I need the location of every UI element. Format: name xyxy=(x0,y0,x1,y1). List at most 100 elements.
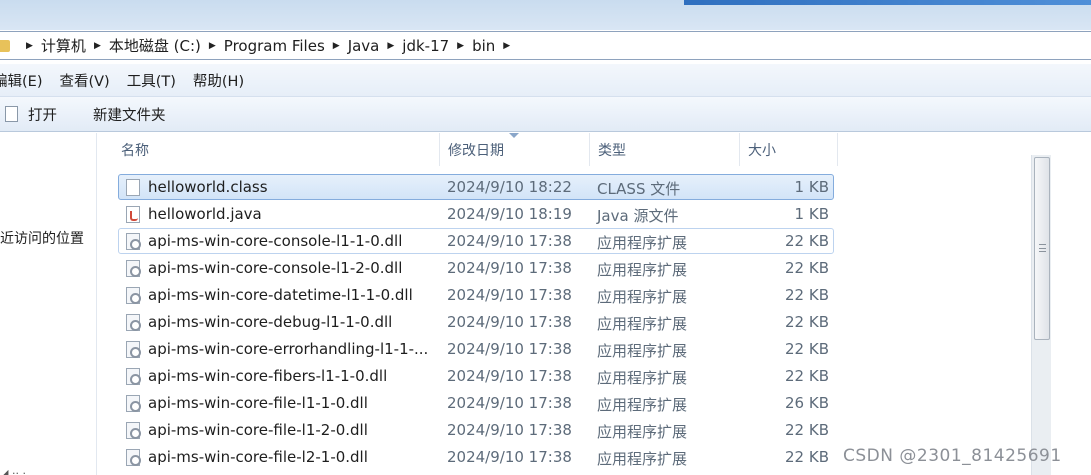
file-row[interactable]: helloworld.java 2024/9/10 18:19 Java 源文件 1 … xyxy=(118,201,834,227)
dll-file-icon xyxy=(126,341,141,358)
file-name: helloworld.class xyxy=(148,178,268,196)
toolbar: 打开 新建文件夹 xyxy=(0,96,1091,132)
nav-item-recent-places[interactable]: 最近访问的位置 xyxy=(0,228,84,248)
file-size: 22 KB xyxy=(785,259,829,277)
breadcrumb-program-files[interactable]: Program Files xyxy=(224,37,325,55)
file-type: 应用程序扩展 xyxy=(597,315,688,333)
folder-icon xyxy=(0,39,10,52)
file-size: 26 KB xyxy=(785,394,829,412)
file-date: 2024/9/10 17:38 xyxy=(447,448,572,466)
dll-file-icon xyxy=(126,422,141,439)
dll-file-icon xyxy=(126,449,141,466)
file-date: 2024/9/10 17:38 xyxy=(447,394,572,412)
file-type: 应用程序扩展 xyxy=(597,369,688,387)
file-date: 2024/9/10 18:19 xyxy=(447,205,572,223)
file-name: api-ms-win-core-file-l1-1-0.dll xyxy=(148,394,368,412)
file-size: 22 KB xyxy=(785,421,829,439)
file-name: api-ms-win-core-datetime-l1-1-0.dll xyxy=(148,286,413,304)
breadcrumb-local-disk[interactable]: 本地磁盘 (C:) xyxy=(109,35,201,56)
file-date: 2024/9/10 17:38 xyxy=(447,340,572,358)
column-header-type-label: 类型 xyxy=(598,142,626,159)
blank-file-icon xyxy=(126,179,140,196)
file-size: 1 KB xyxy=(794,178,829,196)
scrollbar-top-spacer xyxy=(1031,133,1051,155)
nav-item-partial[interactable]: ◢ ·· · xyxy=(0,467,26,475)
file-date: 2024/9/10 17:38 xyxy=(447,259,572,277)
file-type: CLASS 文件 xyxy=(597,180,681,198)
file-date: 2024/9/10 18:22 xyxy=(447,178,572,196)
breadcrumb-jdk[interactable]: jdk-17 xyxy=(402,37,449,55)
file-name: api-ms-win-core-console-l1-1-0.dll xyxy=(148,232,403,250)
breadcrumb-arrow-icon[interactable]: ▶ xyxy=(209,41,216,51)
breadcrumb-arrow-icon[interactable]: ▶ xyxy=(387,41,394,51)
file-row[interactable]: api-ms-win-core-file-l2-1-0.dll 2024/9/10… xyxy=(118,444,834,470)
window-title-bar xyxy=(0,0,1091,30)
breadcrumb-bin[interactable]: bin xyxy=(472,37,495,55)
column-headers: 名称 修改日期 类型 大小 xyxy=(98,133,838,166)
dll-file-icon xyxy=(126,233,141,250)
file-size: 22 KB xyxy=(785,286,829,304)
watermark: CSDN @2301_81425691 xyxy=(843,446,1062,466)
file-size: 1 KB xyxy=(794,205,829,223)
file-type: 应用程序扩展 xyxy=(597,423,688,441)
dll-file-icon xyxy=(126,395,141,412)
scrollbar-grip-icon xyxy=(1039,244,1046,252)
file-row[interactable]: api-ms-win-core-errorhandling-l1-1-... 20… xyxy=(118,336,834,362)
file-row[interactable]: api-ms-win-core-file-l1-2-0.dll 2024/9/10… xyxy=(118,417,834,443)
open-file-icon xyxy=(5,106,18,122)
file-type: 应用程序扩展 xyxy=(597,288,688,306)
file-date: 2024/9/10 17:38 xyxy=(447,421,572,439)
file-row[interactable]: api-ms-win-core-console-l1-1-0.dll 2024/9… xyxy=(118,228,834,254)
file-size: 22 KB xyxy=(785,367,829,385)
file-size: 22 KB xyxy=(785,232,829,250)
column-header-name-label: 名称 xyxy=(121,142,149,159)
file-name: api-ms-win-core-file-l1-2-0.dll xyxy=(148,421,368,439)
file-name: api-ms-win-core-console-l1-2-0.dll xyxy=(148,259,403,277)
breadcrumb-computer[interactable]: 计算机 xyxy=(41,35,86,56)
file-name: api-ms-win-core-errorhandling-l1-1-... xyxy=(148,340,429,358)
file-row[interactable]: api-ms-win-core-file-l1-1-0.dll 2024/9/10… xyxy=(118,390,834,416)
file-type: 应用程序扩展 xyxy=(597,234,688,252)
dll-file-icon xyxy=(126,260,141,277)
breadcrumb-arrow-icon[interactable]: ▶ xyxy=(503,41,510,51)
navigation-pane: 最近访问的位置 ◢ ·· · xyxy=(0,133,97,475)
column-header-size[interactable]: 大小 xyxy=(740,133,838,166)
vertical-scrollbar[interactable] xyxy=(1031,155,1051,475)
column-header-type[interactable]: 类型 xyxy=(590,133,740,166)
file-type: Java 源文件 xyxy=(597,207,679,225)
dll-file-icon xyxy=(126,314,141,331)
menu-view[interactable]: 查看(V) xyxy=(59,70,109,91)
file-row[interactable]: api-ms-win-core-console-l1-2-0.dll 2024/9… xyxy=(118,255,834,281)
new-folder-button[interactable]: 新建文件夹 xyxy=(93,104,166,125)
file-date: 2024/9/10 17:38 xyxy=(447,286,572,304)
column-header-name[interactable]: 名称 xyxy=(113,133,440,166)
scrollbar-thumb[interactable] xyxy=(1034,157,1050,340)
file-date: 2024/9/10 17:38 xyxy=(447,232,572,250)
breadcrumb-java[interactable]: Java xyxy=(348,37,380,55)
breadcrumb-arrow-icon[interactable]: ▶ xyxy=(457,41,464,51)
file-name: helloworld.java xyxy=(148,205,262,223)
breadcrumb-arrow-icon[interactable]: ▶ xyxy=(26,41,33,51)
file-row[interactable]: helloworld.class 2024/9/10 18:22 CLASS 文件 1… xyxy=(118,174,834,200)
file-row[interactable]: api-ms-win-core-datetime-l1-1-0.dll 2024/… xyxy=(118,282,834,308)
menu-bar: 编辑(E) 查看(V) 工具(T) 帮助(H) xyxy=(0,64,1091,97)
menu-help[interactable]: 帮助(H) xyxy=(193,70,244,91)
menu-tools[interactable]: 工具(T) xyxy=(127,70,176,91)
menu-edit[interactable]: 编辑(E) xyxy=(0,70,42,91)
file-list: 名称 修改日期 类型 大小 helloworld.class 2024/9/10 … xyxy=(98,133,1031,475)
file-name: api-ms-win-core-file-l2-1-0.dll xyxy=(148,448,368,466)
open-button[interactable]: 打开 xyxy=(28,104,57,125)
column-header-size-label: 大小 xyxy=(748,142,776,159)
file-name: api-ms-win-core-debug-l1-1-0.dll xyxy=(148,313,393,331)
file-name: api-ms-win-core-fibers-l1-1-0.dll xyxy=(148,367,388,385)
file-size: 22 KB xyxy=(785,340,829,358)
file-row[interactable]: api-ms-win-core-debug-l1-1-0.dll 2024/9/1… xyxy=(118,309,834,335)
address-bar[interactable]: ▶ 计算机 ▶ 本地磁盘 (C:) ▶ Program Files ▶ Java… xyxy=(0,31,1091,60)
file-type: 应用程序扩展 xyxy=(597,261,688,279)
title-bar-accent xyxy=(684,0,1091,5)
breadcrumb-arrow-icon[interactable]: ▶ xyxy=(333,41,340,51)
breadcrumb-arrow-icon[interactable]: ▶ xyxy=(94,41,101,51)
file-size: 22 KB xyxy=(785,448,829,466)
file-row[interactable]: api-ms-win-core-fibers-l1-1-0.dll 2024/9/… xyxy=(118,363,834,389)
column-header-date-label: 修改日期 xyxy=(448,142,504,159)
